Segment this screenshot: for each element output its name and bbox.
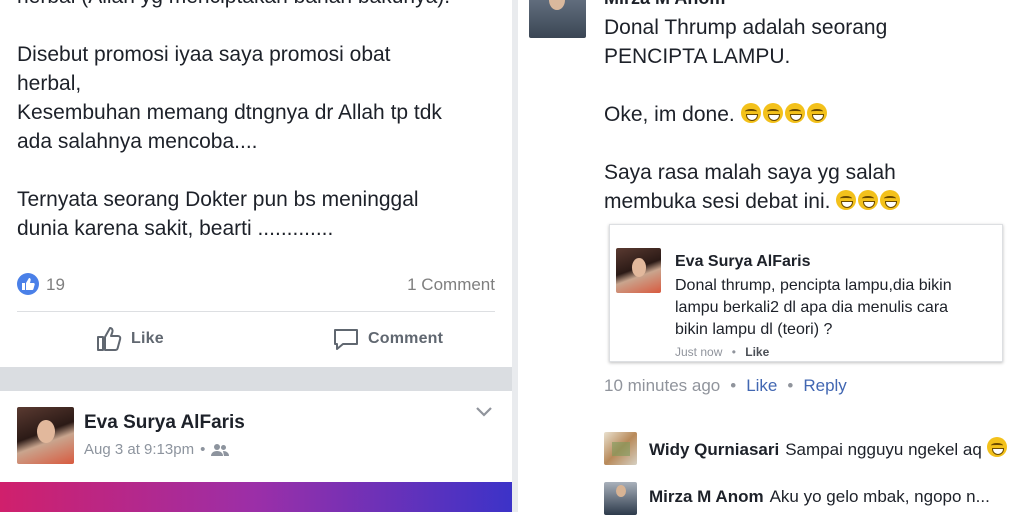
post-author-name[interactable]: Eva Surya AlFaris (84, 412, 245, 434)
laughing-emoji-icon (740, 103, 761, 123)
reply-author-name[interactable]: Widy Qurniasari (649, 440, 779, 459)
comment-meta: 10 minutes ago • Like • Reply (604, 376, 847, 396)
comment-label: Comment (368, 330, 444, 347)
avatar[interactable] (604, 432, 637, 465)
friends-audience-icon (211, 443, 230, 456)
avatar[interactable] (17, 407, 74, 464)
feed-separator (0, 367, 512, 391)
quoted-comment-meta: Just now • Like (675, 345, 769, 359)
laughing-emoji-icon (986, 437, 1007, 457)
quoted-comment-card[interactable]: Eva Surya AlFaris Donal thrump, pencipta… (609, 224, 1003, 362)
chevron-down-icon[interactable] (474, 405, 494, 419)
comment-timestamp[interactable]: 10 minutes ago (604, 376, 720, 396)
quoted-comment-text: Donal thrump, pencipta lampu,dia bikin l… (675, 277, 952, 338)
laughing-emoji-icon (880, 190, 901, 210)
avatar[interactable] (616, 248, 661, 293)
comment-bubble-icon (334, 329, 358, 350)
reply-text: Widy Qurniasari Sampai ngguyu ngekel aq (649, 437, 1019, 460)
meta-separator: • (200, 441, 206, 458)
laughing-emoji-icon (806, 103, 827, 123)
laughing-emoji-icon (784, 103, 805, 123)
post-text-line: herbal (Allah yg menciptakan bahan bakun… (17, 0, 497, 11)
reply-body: Aku yo gelo mbak, ngopo n... (769, 487, 990, 506)
comment-body: Donal Thrump adalah seorang PENCIPTA LAM… (604, 13, 1014, 216)
reply-item[interactable]: Widy Qurniasari Sampai ngguyu ngekel aq (604, 432, 1024, 465)
reply-item[interactable]: Mirza M Anom Aku yo gelo mbak, ngopo n... (604, 482, 1024, 515)
like-label: Like (131, 330, 164, 347)
like-reaction-icon[interactable] (17, 273, 39, 295)
post-meta: Aug 3 at 9:13pm • (84, 441, 230, 458)
comment-paragraph: Donal Thrump adalah seorang PENCIPTA LAM… (604, 16, 888, 68)
comment-button[interactable]: Comment (332, 324, 443, 354)
post-timestamp[interactable]: Aug 3 at 9:13pm (84, 441, 194, 458)
comment-like-link[interactable]: Like (746, 376, 777, 396)
comment-paragraph: Oke, im done. (604, 103, 735, 126)
post-text-paragraph: Ternyata seorang Dokter pun bs meninggal… (17, 188, 419, 240)
avatar[interactable] (529, 0, 586, 38)
post-stats: 19 1 Comment (17, 273, 495, 299)
comment-paragraph-with-emoji: Oke, im done. (604, 100, 1014, 129)
comment-reply-link[interactable]: Reply (803, 376, 846, 396)
thumbs-up-icon (97, 327, 122, 351)
laughing-emoji-icon (762, 103, 783, 123)
post-text-paragraph: Disebut promosi iyaa saya promosi obat h… (17, 43, 442, 153)
post-body: herbal (Allah yg menciptakan bahan bakun… (17, 0, 497, 243)
like-button[interactable]: Like (95, 324, 164, 354)
divider (17, 311, 495, 312)
comment-paragraph-with-emoji: Saya rasa malah saya yg salah membuka se… (604, 158, 1014, 216)
laughing-emoji-icon (836, 190, 857, 210)
quoted-like-link[interactable]: Like (745, 345, 769, 359)
bottom-gradient-banner (0, 482, 512, 512)
comment-author-name[interactable]: Mirza M Anom (604, 0, 725, 9)
reply-author-name[interactable]: Mirza M Anom (649, 487, 764, 506)
avatar[interactable] (604, 482, 637, 515)
comment-count-link[interactable]: 1 Comment (407, 275, 495, 295)
quoted-timestamp: Just now (675, 345, 723, 359)
meta-separator: • (731, 345, 736, 359)
meta-separator: • (787, 376, 794, 395)
next-post-header: Eva Surya AlFaris Aug 3 at 9:13pm • (0, 391, 512, 487)
left-panel: herbal (Allah yg menciptakan bahan bakun… (0, 0, 512, 512)
laughing-emoji-icon (858, 190, 879, 210)
meta-separator: • (730, 376, 737, 395)
reply-body: Sampai ngguyu ngekel aq (785, 440, 982, 459)
quoted-author-name[interactable]: Eva Surya AlFaris (675, 253, 810, 271)
like-count[interactable]: 19 (46, 275, 65, 295)
reply-text: Mirza M Anom Aku yo gelo mbak, ngopo n... (649, 487, 1019, 507)
